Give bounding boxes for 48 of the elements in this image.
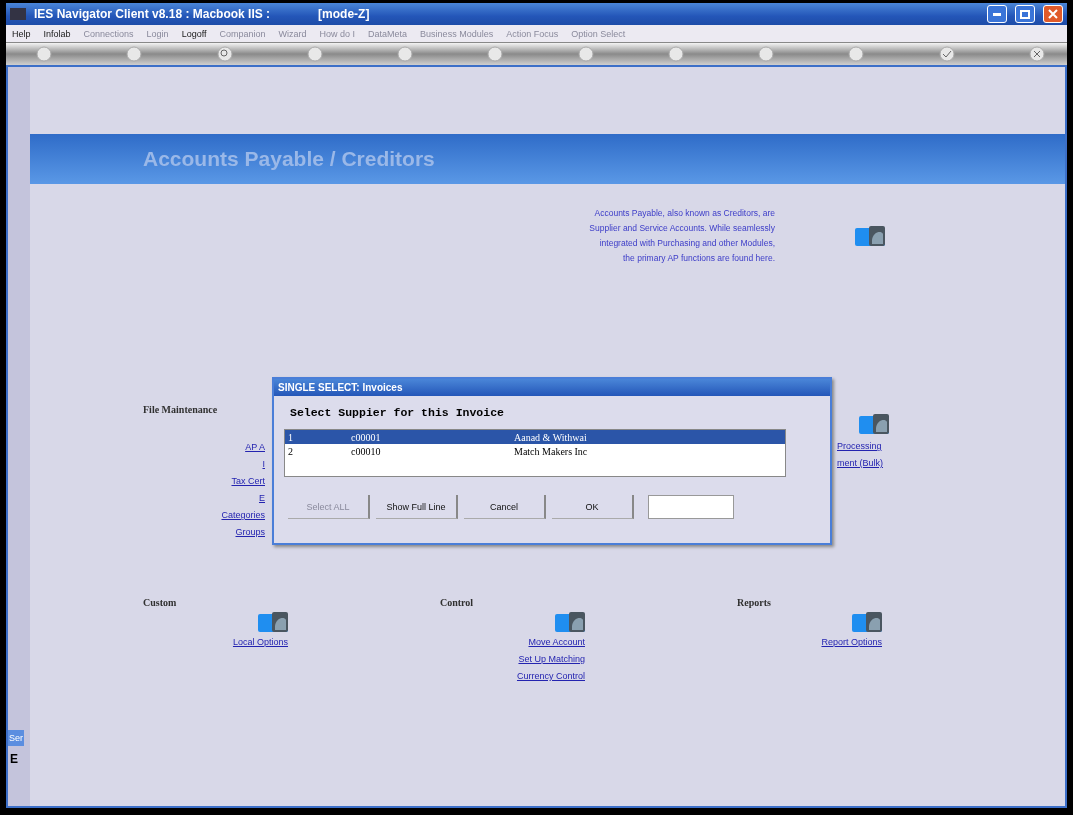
- menu-link[interactable]: I: [262, 458, 265, 471]
- module-icon[interactable]: [859, 414, 889, 434]
- close-icon: [1048, 9, 1058, 19]
- search-icon[interactable]: [216, 46, 233, 62]
- menu-link[interactable]: Processing: [837, 440, 889, 453]
- section-heading: Custom: [143, 597, 178, 608]
- module-icon[interactable]: [555, 612, 585, 632]
- window-title: IES Navigator Client v8.18 : Macbook IIS :: [34, 7, 271, 21]
- close-button[interactable]: [1043, 5, 1063, 23]
- check-icon[interactable]: [938, 46, 955, 62]
- dialog-button[interactable]: Cancel: [464, 495, 546, 519]
- dialog-button[interactable]: Show Full Line: [376, 495, 458, 519]
- section-heading: File Maintenance: [143, 404, 219, 415]
- input-field[interactable]: [648, 495, 734, 519]
- dialog-prompt: Select Suppier for this Invoice: [289, 405, 505, 419]
- module-icon[interactable]: [258, 612, 288, 632]
- app-icon: [10, 8, 26, 20]
- side-letter: E: [9, 752, 18, 766]
- section-heading: Control: [440, 597, 475, 608]
- menu-link[interactable]: Report Options: [821, 636, 882, 649]
- menu-link[interactable]: ment (Bulk): [837, 457, 889, 470]
- menu-link[interactable]: Groups: [235, 526, 265, 539]
- close-icon[interactable]: [1028, 46, 1045, 62]
- module-icon[interactable]: [852, 612, 882, 632]
- maximize-button[interactable]: [1015, 5, 1035, 23]
- menu-link[interactable]: Set Up Matching: [518, 653, 585, 666]
- page-title: Accounts Payable / Creditors: [143, 147, 435, 171]
- menu-link[interactable]: AP A: [245, 441, 265, 454]
- minimize-button[interactable]: [987, 5, 1007, 23]
- section-heading: Reports: [737, 597, 772, 608]
- supplier-row[interactable]: 2 c00010 Match Makers Inc: [285, 444, 785, 458]
- module-icon[interactable]: [855, 226, 885, 246]
- mode-label: [mode-Z]: [318, 7, 370, 21]
- dialog-title: SINGLE SELECT: Invoices: [274, 379, 830, 396]
- menu-link[interactable]: Move Account: [528, 636, 585, 649]
- description-text: Accounts Payable, also known as Creditors, are Supplier and Service Accounts. While seamlessly integrated with Purchasing and other Modules, the primary AP functions are found here.: [588, 207, 775, 265]
- menu-link[interactable]: E: [259, 492, 265, 505]
- dialog-button[interactable]: OK: [552, 495, 634, 519]
- menu-link[interactable]: Local Options: [232, 636, 288, 649]
- maximize-icon: [1020, 9, 1030, 19]
- minimize-icon: [993, 12, 1001, 16]
- supplier-row[interactable]: 1 c00001 Aanad & Withwai: [285, 430, 785, 444]
- menu-item[interactable]: Infolab: [43, 28, 71, 39]
- menu-item[interactable]: Help: [12, 28, 31, 39]
- menu-link[interactable]: Currency Control: [516, 670, 585, 683]
- menu-link[interactable]: Categories: [221, 509, 265, 522]
- menu-link[interactable]: Tax Cert: [231, 475, 265, 488]
- menu-item[interactable]: Logoff: [181, 28, 207, 39]
